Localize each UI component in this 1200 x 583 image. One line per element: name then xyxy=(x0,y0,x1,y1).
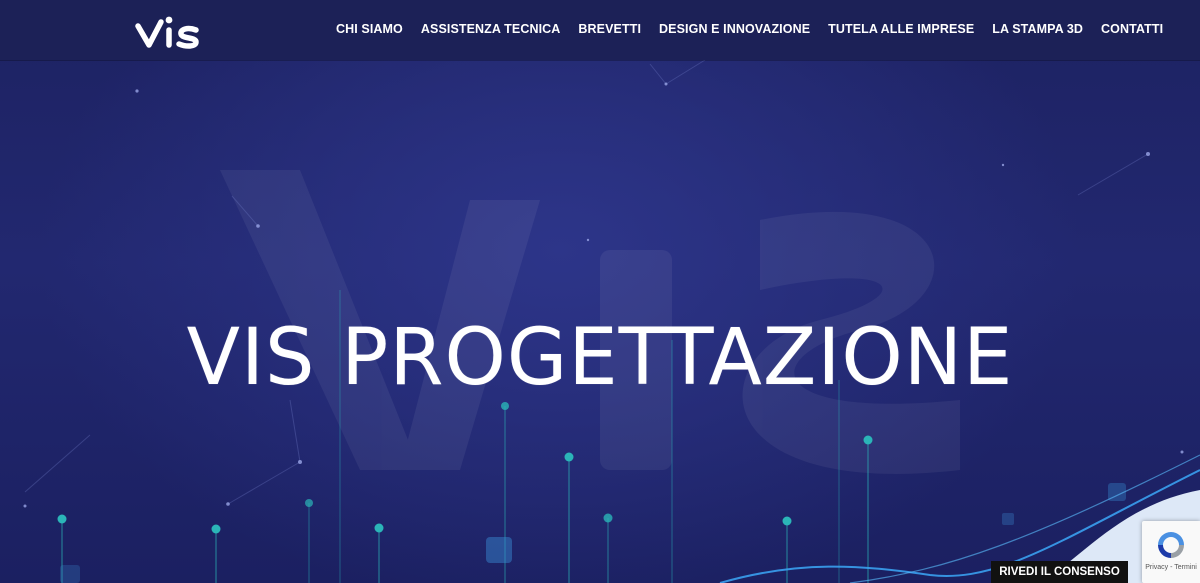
hero-background-graphic xyxy=(23,59,1200,583)
header-bar: CHI SIAMO ASSISTENZA TECNICA BREVETTI DE… xyxy=(0,0,1200,60)
main-navigation: CHI SIAMO ASSISTENZA TECNICA BREVETTI DE… xyxy=(336,21,1181,37)
nav-assistenza-tecnica[interactable]: ASSISTENZA TECNICA xyxy=(421,21,561,37)
recaptcha-badge[interactable]: Privacy - Termini xyxy=(1142,521,1200,583)
nav-brevetti[interactable]: BREVETTI xyxy=(578,21,641,37)
recaptcha-privacy-link[interactable]: Privacy xyxy=(1145,564,1168,571)
nav-contatti[interactable]: CONTATTI xyxy=(1101,21,1163,37)
recaptcha-terms-link[interactable]: Termini xyxy=(1174,564,1197,571)
hero-section: VIS PROGETTAZIONE xyxy=(0,0,1200,583)
nav-chi-siamo[interactable]: CHI SIAMO xyxy=(336,21,403,37)
blurred-squares xyxy=(60,483,1126,583)
hero-title: VIS PROGETTAZIONE xyxy=(186,313,1014,403)
nav-design-e-innovazione[interactable]: DESIGN E INNOVAZIONE xyxy=(659,21,810,37)
constellation-lines xyxy=(24,59,1149,505)
nav-la-stampa-3d[interactable]: LA STAMPA 3D xyxy=(992,21,1083,37)
recaptcha-links: Privacy - Termini xyxy=(1142,564,1200,571)
vis-logo[interactable] xyxy=(134,14,204,50)
nav-tutela-alle-imprese[interactable]: TUTELA ALLE IMPRESE xyxy=(828,21,974,37)
recaptcha-icon xyxy=(1158,532,1184,558)
review-consent-button[interactable]: RIVEDI IL CONSENSO xyxy=(991,561,1128,583)
